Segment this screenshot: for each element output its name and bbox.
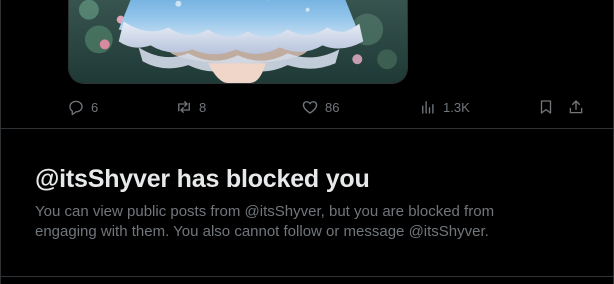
bookmark-button[interactable] [537, 96, 555, 118]
divider [1, 276, 613, 277]
views-count: 1.3K [443, 99, 470, 115]
bookmark-icon [540, 100, 552, 114]
views-icon [422, 101, 434, 114]
share-icon [569, 100, 583, 114]
reply-button[interactable]: 6 [67, 96, 98, 118]
tweet-image-art [69, 0, 407, 83]
heart-icon [302, 101, 318, 114]
reply-icon [69, 100, 83, 116]
repost-icon [178, 101, 190, 113]
share-button[interactable] [567, 96, 585, 118]
divider [1, 128, 613, 129]
reply-count: 6 [91, 99, 99, 115]
like-button[interactable]: 86 [301, 96, 339, 118]
views-button[interactable]: 1.3K [419, 96, 470, 118]
repost-button[interactable]: 8 [175, 96, 206, 118]
blocked-message: You can view public posts from @itsShyve… [35, 203, 495, 240]
tweet-media-image[interactable] [68, 0, 408, 84]
tweet-action-bar: 6 8 86 1.3K [67, 96, 597, 118]
like-count: 86 [325, 99, 340, 115]
repost-count: 8 [199, 99, 207, 115]
blocked-title: @itsShyver has blocked you [35, 165, 370, 193]
timeline-column: 6 8 86 1.3K @itsShyver has blocked you Y… [0, 0, 614, 284]
blocked-notice: @itsShyver has blocked you You can view … [35, 164, 555, 242]
